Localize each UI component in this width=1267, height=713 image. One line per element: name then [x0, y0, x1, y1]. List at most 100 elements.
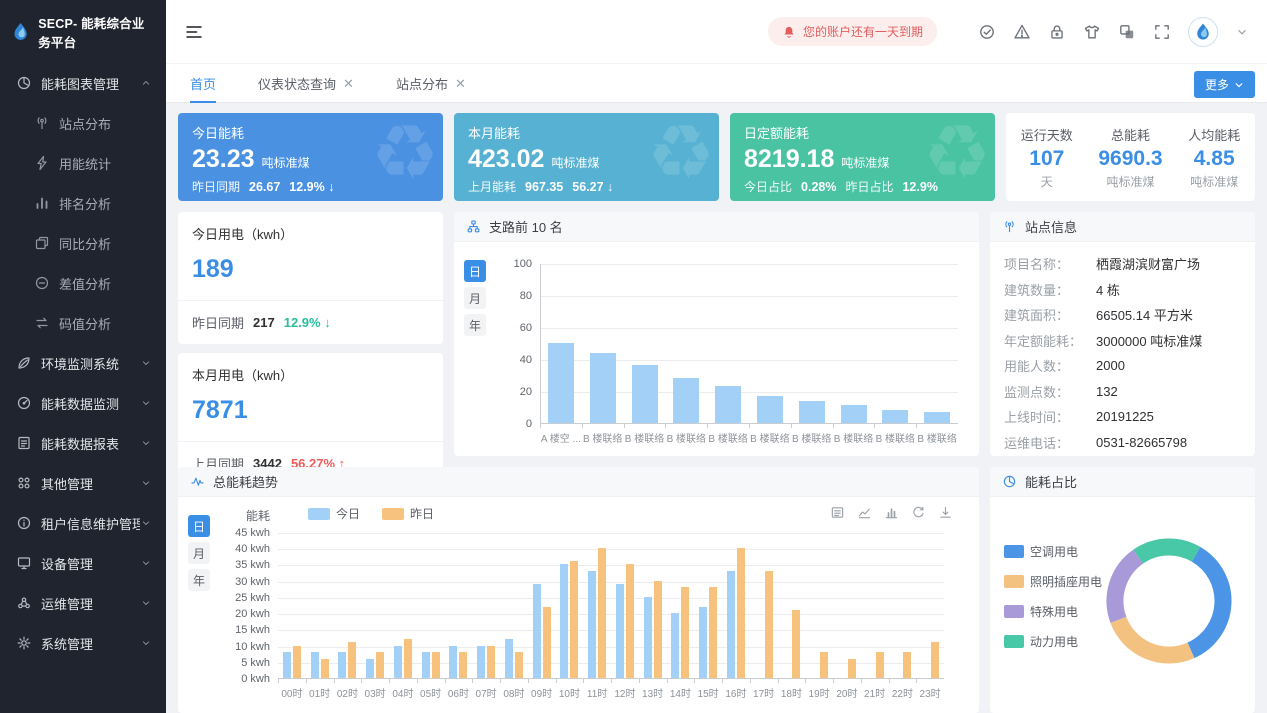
sidebar-subitem-0[interactable]: 站点分布	[0, 103, 166, 143]
donut-segment-0[interactable]	[1191, 554, 1223, 650]
legend-item-0[interactable]: 空调用电	[1004, 543, 1102, 560]
period-toggle-月[interactable]: 月	[188, 542, 210, 564]
collapse-menu-icon[interactable]	[184, 22, 204, 42]
sidebar-subitem-5[interactable]: 码值分析	[0, 303, 166, 343]
month-power-value: 7871	[192, 396, 429, 425]
y-axis-tick: 35 kwh	[222, 559, 270, 571]
legend-item-3[interactable]: 动力用电	[1004, 633, 1102, 650]
refresh-icon[interactable]	[911, 505, 926, 520]
chevron-down-icon	[140, 557, 152, 569]
x-axis-label: B 楼联络	[583, 430, 622, 445]
period-toggle-日[interactable]: 日	[464, 260, 486, 282]
bar-chart-icon[interactable]	[884, 505, 899, 520]
user-avatar[interactable]	[1188, 17, 1218, 47]
pie-panel-title: 能耗占比	[1025, 472, 1077, 491]
tab-2[interactable]: 站点分布✕	[396, 64, 466, 102]
x-axis-label: 10时	[559, 685, 580, 700]
x-axis-tickmark	[861, 679, 862, 683]
divider	[178, 441, 443, 442]
legend-swatch	[1004, 545, 1024, 558]
more-button[interactable]: 更多	[1194, 71, 1255, 98]
kpi-unit: 吨标准煤	[551, 154, 599, 171]
x-axis-tickmark	[389, 679, 390, 683]
site-info-value: 132	[1096, 384, 1118, 399]
today-power-value: 189	[192, 255, 429, 284]
data-view-icon[interactable]	[830, 505, 845, 520]
sidebar-item-5[interactable]: 租户信息维护管理	[0, 503, 166, 543]
warning-icon[interactable]	[1013, 23, 1031, 41]
x-axis-label: 18时	[781, 685, 802, 700]
period-toggle-年[interactable]: 年	[464, 314, 486, 336]
donut-segment-1[interactable]	[1118, 620, 1191, 655]
app-title: SECP- 能耗综合业务平台	[38, 13, 156, 51]
period-toggle-group: 日月年	[464, 260, 486, 336]
tab-0[interactable]: 首页	[190, 64, 216, 102]
legend-item-2[interactable]: 特殊用电	[1004, 603, 1102, 620]
legend-item-1[interactable]: 照明插座用电	[1004, 573, 1102, 590]
x-axis-tickmark	[916, 679, 917, 683]
bar	[931, 642, 939, 678]
legend-item-昨日[interactable]: 昨日	[382, 505, 434, 522]
branch-panel-title: 支路前 10 名	[489, 217, 563, 236]
x-axis-label: B 楼联络	[792, 430, 831, 445]
sidebar-subitem-4[interactable]: 差值分析	[0, 263, 166, 303]
branch-panel-header: 支路前 10 名	[454, 212, 979, 242]
x-axis-tickmark	[417, 679, 418, 683]
swap-icon	[34, 315, 50, 331]
summary-label: 总能耗	[1098, 125, 1162, 144]
summary-label: 运行天数	[1021, 125, 1073, 144]
y-axis-tick: 0	[494, 418, 532, 430]
sidebar-subitem-2[interactable]: 排名分析	[0, 183, 166, 223]
gridline	[540, 296, 958, 297]
lock-icon[interactable]	[1048, 23, 1066, 41]
today-power-card: 今日用电（kwh） 189 昨日同期 217 12.9% ↓	[178, 212, 443, 344]
tab-close-icon[interactable]: ✕	[343, 77, 354, 90]
bar	[673, 378, 699, 423]
period-toggle-月[interactable]: 月	[464, 287, 486, 309]
sidebar-item-6[interactable]: 设备管理	[0, 543, 166, 583]
sidebar-item-4[interactable]: 其他管理	[0, 463, 166, 503]
gridline	[540, 328, 958, 329]
sidebar-subitem-1[interactable]: 用能统计	[0, 143, 166, 183]
download-icon[interactable]	[938, 505, 953, 520]
site-info-value: 20191225	[1096, 409, 1154, 424]
header-icon-group	[978, 23, 1171, 41]
bolt-icon	[34, 155, 50, 171]
middle-row: 今日用电（kwh） 189 昨日同期 217 12.9% ↓ 本月用电（kwh）…	[178, 212, 1255, 456]
sidebar-subitem-3[interactable]: 同比分析	[0, 223, 166, 263]
donut-segment-2[interactable]	[1115, 557, 1138, 620]
tab-1[interactable]: 仪表状态查询✕	[258, 64, 354, 102]
sidebar-item-7[interactable]: 运维管理	[0, 583, 166, 623]
tab-close-icon[interactable]: ✕	[455, 77, 466, 90]
sidebar-item-3[interactable]: 能耗数据报表	[0, 423, 166, 463]
sidebar-item-2[interactable]: 能耗数据监测	[0, 383, 166, 423]
x-axis-label: 11时	[587, 685, 607, 700]
bottom-row: 总能耗趋势 日月年能耗今日昨日45 kwh40 kwh35 kwh30 kwh2…	[178, 467, 1255, 713]
donut-segment-3[interactable]	[1138, 547, 1196, 557]
x-axis-tickmark	[278, 679, 279, 683]
minus-circle-icon	[34, 275, 50, 291]
kpi-unit: 吨标准煤	[262, 154, 310, 171]
legend-item-今日[interactable]: 今日	[308, 505, 360, 522]
translate-icon[interactable]	[1118, 23, 1136, 41]
user-menu-chevron-icon[interactable]	[1235, 25, 1249, 39]
sidebar-item-0[interactable]: 能耗图表管理	[0, 63, 166, 103]
x-axis-label: B 楼联络	[708, 430, 747, 445]
site-info-label: 监测点数：	[1004, 382, 1096, 401]
sidebar-item-8[interactable]: 系统管理	[0, 623, 166, 663]
x-axis-tickmark	[472, 679, 473, 683]
site-info-value: 66505.14 平方米	[1096, 305, 1193, 324]
period-toggle-年[interactable]: 年	[188, 569, 210, 591]
fullscreen-icon[interactable]	[1153, 23, 1171, 41]
sidebar-item-1[interactable]: 环境监测系统	[0, 343, 166, 383]
period-toggle-日[interactable]: 日	[188, 515, 210, 537]
compare-icon	[34, 235, 50, 251]
theme-icon[interactable]	[1083, 23, 1101, 41]
bar	[394, 646, 402, 678]
app-root: SECP- 能耗综合业务平台 能耗图表管理站点分布用能统计排名分析同比分析差值分…	[0, 0, 1267, 713]
account-expiry-alert: 您的账户还有一天到期	[768, 17, 937, 46]
x-axis-tickmark	[500, 679, 501, 683]
x-axis-label: 07时	[476, 685, 497, 700]
line-chart-icon[interactable]	[857, 505, 872, 520]
gauge-check-icon[interactable]	[978, 23, 996, 41]
